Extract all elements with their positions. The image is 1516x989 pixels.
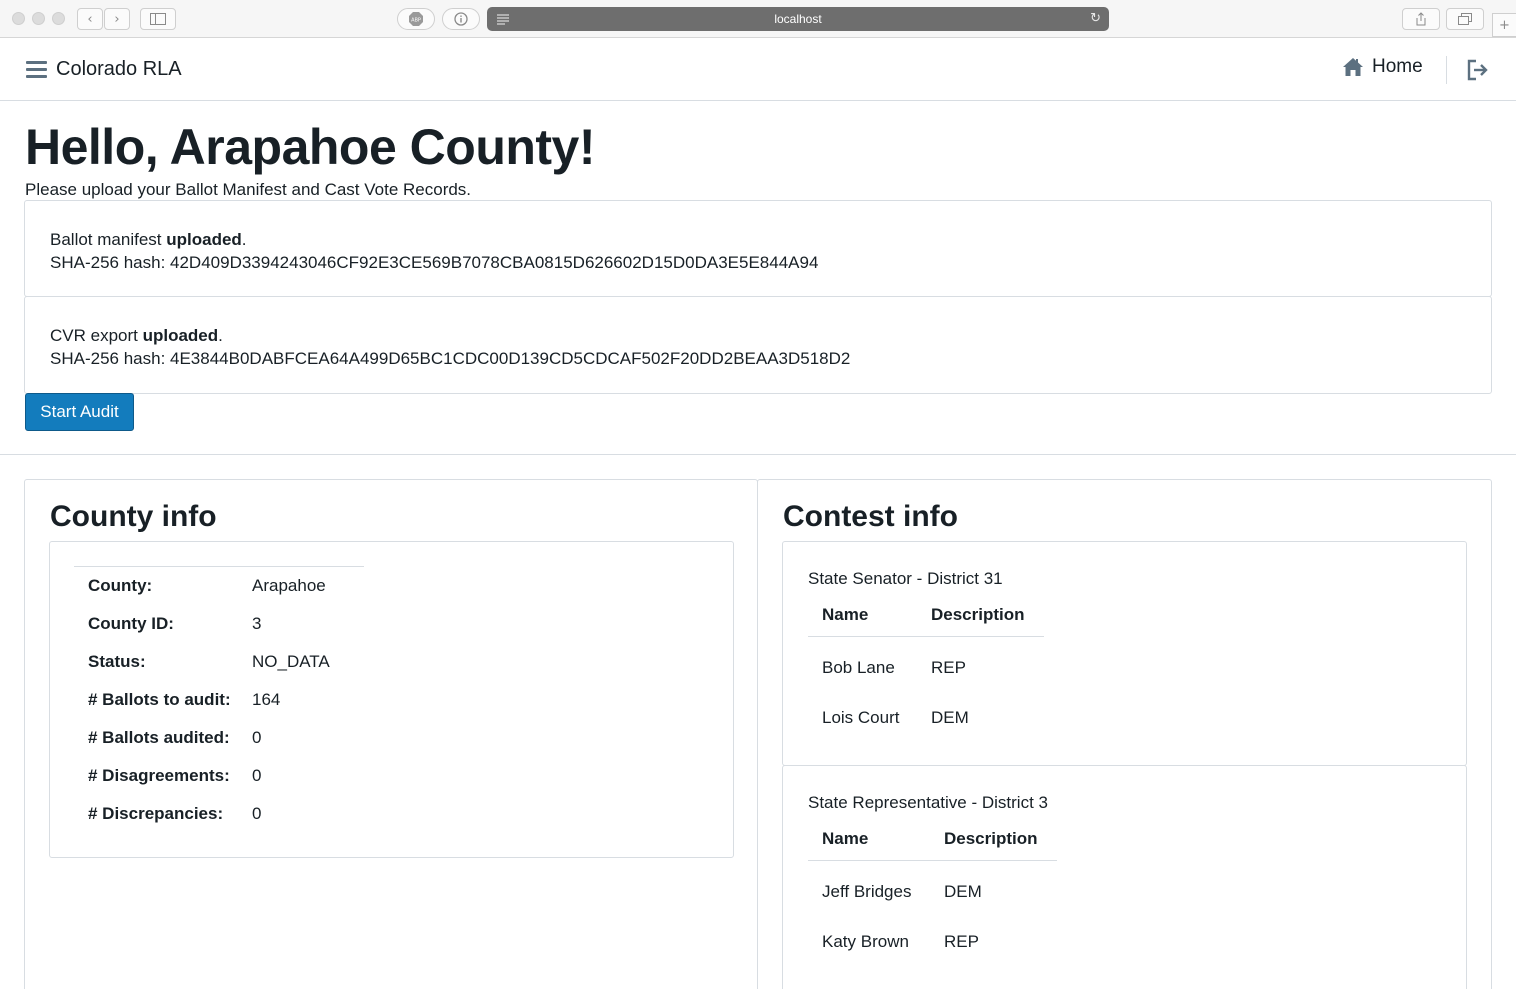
county-info-panel: County info County: Arapahoe County ID: 3 St…: [24, 479, 758, 989]
contest-table: Name Description Jeff Bridges DEM Katy B…: [808, 818, 1057, 967]
table-row: Jeff Bridges DEM: [808, 867, 1057, 917]
info-value: NO_DATA: [252, 652, 330, 671]
contest-table-header: Name Description: [808, 818, 1057, 861]
info-value: 0: [252, 804, 262, 823]
choice-name: Lois Court: [822, 708, 900, 727]
reader-icon[interactable]: [496, 13, 510, 25]
table-row: County: Arapahoe: [74, 567, 364, 605]
sidebar-icon[interactable]: [140, 8, 176, 30]
contest-card: State Senator - District 31 Name Descrip…: [782, 541, 1467, 766]
contest-table-header: Name Description: [808, 594, 1044, 637]
county-info-table: County: Arapahoe County ID: 3 Status: NO_DATA…: [74, 566, 364, 833]
cvr-export-card: CVR export uploaded. SHA-256 hash: 4E384…: [24, 296, 1492, 394]
choice-description: REP: [944, 932, 979, 951]
table-row: # Disagreements: 0: [74, 757, 364, 795]
menu-icon[interactable]: [26, 61, 47, 78]
table-row: Bob Lane REP: [808, 643, 1044, 693]
address-bar[interactable]: localhost ↻: [487, 7, 1109, 31]
info-value: Arapahoe: [252, 576, 326, 595]
manifest-status: Ballot manifest uploaded.: [50, 230, 247, 249]
adblock-icon[interactable]: ABP: [397, 8, 435, 30]
table-row: # Discrepancies: 0: [74, 795, 364, 833]
info-key: # Disagreements:: [88, 766, 230, 785]
browser-toolbar: ‹ › ABP localhost ↻ +: [0, 0, 1516, 38]
start-audit-button[interactable]: Start Audit: [25, 393, 134, 431]
table-row: # Ballots to audit: 164: [74, 681, 364, 719]
choice-name: Bob Lane: [822, 658, 895, 677]
url-text: localhost: [774, 12, 822, 26]
ballot-manifest-card: Ballot manifest uploaded. SHA-256 hash: …: [24, 200, 1492, 297]
section-divider: [0, 454, 1516, 455]
logout-icon[interactable]: [1466, 58, 1490, 82]
nav-divider: [1446, 56, 1447, 84]
column-header-name: Name: [822, 605, 869, 624]
info-value: 0: [252, 728, 262, 747]
choice-description: DEM: [931, 708, 969, 727]
info-key: Status:: [88, 652, 146, 671]
info-key: County:: [88, 576, 153, 595]
forward-icon[interactable]: ›: [104, 8, 130, 30]
info-key: # Ballots audited:: [88, 728, 230, 747]
info-key: # Ballots to audit:: [88, 690, 231, 709]
column-header-description: Description: [944, 829, 1038, 848]
home-icon: [1343, 58, 1363, 76]
choice-name: Katy Brown: [822, 932, 909, 951]
column-header-name: Name: [822, 829, 869, 848]
contest-name: State Senator - District 31: [808, 569, 1003, 588]
table-row: County ID: 3: [74, 605, 364, 643]
app-navbar: Colorado RLA Home: [0, 38, 1516, 101]
info-key: # Discrepancies:: [88, 804, 224, 823]
table-row: Katy Brown REP: [808, 917, 1057, 967]
contest-card: State Representative - District 3 Name D…: [782, 765, 1467, 989]
cvr-hash: SHA-256 hash: 4E3844B0DABFCEA64A499D65BC…: [50, 349, 851, 368]
zoom-window-button[interactable]: [52, 12, 65, 25]
share-icon[interactable]: [1402, 8, 1440, 30]
home-link[interactable]: Home: [1342, 56, 1423, 78]
choice-description: REP: [931, 658, 966, 677]
contest-name: State Representative - District 3: [808, 793, 1048, 812]
minimize-window-button[interactable]: [32, 12, 45, 25]
reload-icon[interactable]: ↻: [1090, 11, 1101, 26]
contest-info-title: Contest info: [783, 500, 958, 533]
cvr-status: CVR export uploaded.: [50, 326, 223, 345]
new-tab-icon[interactable]: +: [1492, 13, 1516, 37]
info-value: 164: [252, 690, 281, 709]
county-info-title: County info: [50, 500, 217, 533]
manifest-hash: SHA-256 hash: 42D409D3394243046CF92E3CE5…: [50, 253, 819, 272]
table-row: Lois Court DEM: [808, 693, 1044, 743]
page-instructions: Please upload your Ballot Manifest and C…: [25, 180, 472, 199]
table-row: # Ballots audited: 0: [74, 719, 364, 757]
close-window-button[interactable]: [12, 12, 25, 25]
county-info-card: County: Arapahoe County ID: 3 Status: NO_DATA…: [49, 541, 734, 858]
table-row: Status: NO_DATA: [74, 643, 364, 681]
contest-table: Name Description Bob Lane REP Lois Court…: [808, 594, 1044, 743]
tabs-icon[interactable]: [1446, 8, 1484, 30]
info-value: 3: [252, 614, 262, 633]
column-header-description: Description: [931, 605, 1025, 624]
info-key: County ID:: [88, 614, 174, 633]
info-icon[interactable]: [442, 8, 480, 30]
page-title: Hello, Arapahoe County!: [25, 119, 596, 175]
svg-text:ABP: ABP: [411, 18, 421, 24]
app-brand[interactable]: Colorado RLA: [56, 58, 182, 81]
choice-name: Jeff Bridges: [822, 882, 912, 901]
home-label: Home: [1372, 56, 1423, 77]
back-icon[interactable]: ‹: [77, 8, 103, 30]
info-value: 0: [252, 766, 262, 785]
contest-info-panel: Contest info State Senator - District 31…: [757, 479, 1492, 989]
choice-description: DEM: [944, 882, 982, 901]
